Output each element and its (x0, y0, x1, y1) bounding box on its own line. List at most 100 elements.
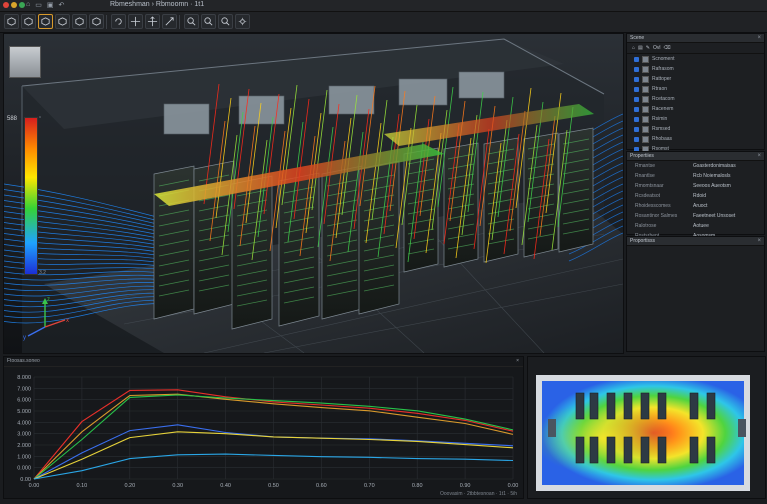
property-row[interactable]: Rmantse Gsasterdonimaisas (627, 161, 764, 171)
pan-icon[interactable] (128, 14, 143, 29)
outliner-item[interactable]: Rattoper (627, 74, 764, 84)
property-row[interactable]: Rnantlse Rcb Noiemalosls (627, 171, 764, 181)
property-value[interactable]: Aruoct (693, 203, 764, 209)
properties-header: Propertiies × (627, 152, 764, 161)
floor-heatmap (536, 375, 750, 491)
outliner-item-label: Rafrasom (652, 66, 674, 72)
zoom-in-icon[interactable] (201, 14, 216, 29)
cube-solid-icon[interactable] (55, 14, 70, 29)
window-title: Rbmeshman › Rbmoomn · 1t1 (110, 1, 205, 8)
visibility-checkbox[interactable] (634, 126, 639, 132)
outliner-tool-button[interactable]: Ovl (653, 45, 661, 51)
outliner-item[interactable]: Rsimin (627, 114, 764, 124)
toolbar-separator (179, 15, 180, 29)
outliner-item[interactable]: Racenem (627, 104, 764, 114)
property-value[interactable]: Gsasterdonimaisas (693, 163, 764, 169)
outliner-item[interactable]: Scnoment (627, 54, 764, 64)
outliner-item-label: Racenem (652, 106, 674, 112)
legend-max: 588 (7, 116, 18, 122)
property-key: Ralotrose (635, 223, 657, 229)
property-row[interactable]: Rcsdeatsot Rdoid (627, 191, 764, 201)
outliner-tool-button[interactable]: ✎ (646, 45, 650, 51)
outliner-item[interactable]: Rcetacom (627, 94, 764, 104)
panel-close-icon[interactable]: × (757, 34, 761, 42)
panel-close-icon[interactable]: × (757, 237, 761, 245)
temperature-legend (24, 117, 38, 275)
close-window-button[interactable] (3, 2, 9, 8)
property-row[interactable]: Rhoidesscomes Aruoct (627, 201, 764, 211)
property-value[interactable]: Rcb Noiemalosls (693, 173, 764, 179)
folder-icon[interactable]: ▭ (35, 1, 42, 9)
undo-icon[interactable]: ↶ (58, 1, 64, 9)
axis-gizmo: x z y (23, 297, 69, 341)
visibility-checkbox[interactable] (634, 96, 639, 102)
move-icon[interactable] (145, 14, 160, 29)
property-value[interactable]: Faeetneet Unsoset (693, 213, 764, 219)
y-tick-label: 2.000 (17, 443, 31, 449)
view-cube[interactable] (9, 46, 41, 78)
server-rack[interactable] (558, 127, 594, 253)
properties-panel: Propertiies × Rmantse Gsasterdonimaisas Rna… (626, 151, 765, 249)
cube-wire-icon[interactable] (89, 14, 104, 29)
property-value[interactable]: Aotuee (693, 223, 764, 229)
visibility-checkbox[interactable] (634, 116, 639, 122)
visibility-checkbox[interactable] (634, 106, 639, 112)
outliner-item[interactable]: Rhobaas (627, 134, 764, 144)
title-bar: ⌂ ▭ ▣ ↶ Rbmeshman › Rbmoomn · 1t1 (0, 0, 767, 12)
outliner-header: Scene × (627, 34, 764, 43)
svg-text:y: y (23, 335, 26, 341)
graph-close-button[interactable]: × (516, 357, 519, 366)
object-icon (642, 115, 649, 123)
y-tick-label: 7.000 (17, 386, 31, 392)
outliner-tool-button[interactable]: ▤ (638, 45, 643, 51)
gear-icon[interactable] (235, 14, 250, 29)
window-controls[interactable] (3, 2, 25, 8)
outliner-tool-button[interactable]: ⌫ (663, 45, 670, 51)
outliner-item-label: Rsmsed (652, 126, 671, 132)
server-rack[interactable] (523, 132, 559, 258)
zoom-icon[interactable] (184, 14, 199, 29)
svg-text:x: x (66, 318, 69, 324)
outliner-tool-button[interactable]: ⌂ (632, 45, 635, 51)
3d-viewport[interactable]: 588 ° 3.2 x z y (3, 33, 624, 354)
cube-split-icon[interactable] (72, 14, 87, 29)
y-tick-label: 6.000 (17, 398, 31, 404)
y-tick-label: 0.000 (17, 466, 31, 472)
zoom-fit-icon[interactable] (218, 14, 233, 29)
main-toolbar (0, 12, 767, 33)
visibility-checkbox[interactable] (634, 86, 639, 92)
minimize-window-button[interactable] (11, 2, 17, 8)
visibility-checkbox[interactable] (634, 136, 639, 142)
server-rack[interactable] (278, 172, 320, 327)
property-row[interactable]: Rosantinor Salmes Faeetneet Unsoset (627, 211, 764, 221)
scale-icon[interactable] (162, 14, 177, 29)
property-row[interactable]: Ralotrose Aotuee (627, 221, 764, 231)
cube-select-icon[interactable] (38, 14, 53, 29)
outliner-item[interactable]: Rsmsed (627, 124, 764, 134)
y-tick-label: 4.000 (17, 420, 31, 426)
x-tick-label: 0.00 (508, 483, 519, 489)
graph-header: Ftoosas.soneo × (4, 357, 523, 367)
cube-icon[interactable] (4, 14, 19, 29)
panel-close-icon[interactable]: × (757, 152, 761, 160)
visibility-checkbox[interactable] (634, 66, 639, 72)
floor-heatmap-panel (527, 356, 766, 499)
server-rack[interactable] (483, 137, 519, 263)
outliner-item[interactable]: Rtraon (627, 84, 764, 94)
rotate-icon[interactable] (111, 14, 126, 29)
home-icon[interactable]: ⌂ (26, 1, 30, 9)
property-value[interactable]: Rdoid (693, 193, 764, 199)
save-icon[interactable]: ▣ (47, 1, 54, 9)
property-key: Rcsdeatsot (635, 193, 661, 199)
visibility-checkbox[interactable] (634, 56, 639, 62)
x-tick-label: 0.80 (412, 483, 423, 489)
maximize-window-button[interactable] (19, 2, 25, 8)
cube-outline-icon[interactable] (21, 14, 36, 29)
visibility-checkbox[interactable] (634, 76, 639, 82)
x-tick-label: 0.00 (29, 483, 40, 489)
property-row[interactable]: Rmomtsnaar Seeoos Aueotsm (627, 181, 764, 191)
x-tick-label: 0.10 (77, 483, 88, 489)
property-value[interactable]: Seeoos Aueotsm (693, 183, 764, 189)
outliner-item[interactable]: Rafrasom (627, 64, 764, 74)
object-icon (642, 65, 649, 73)
